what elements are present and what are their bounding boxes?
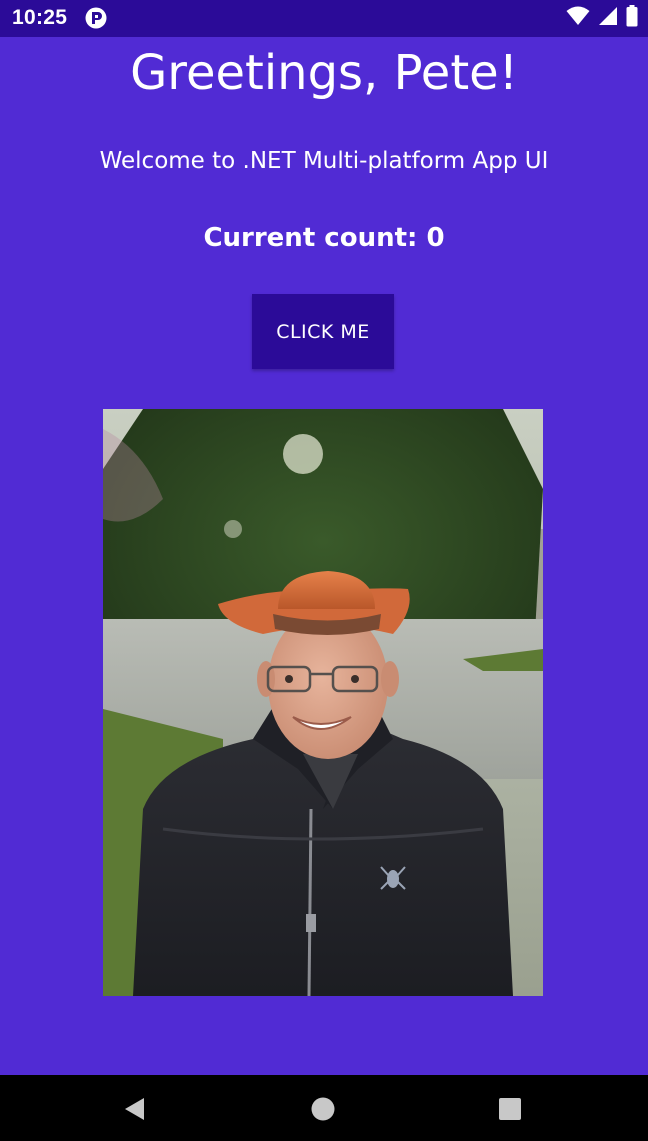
status-bar: 10:25 [0, 0, 648, 37]
person-in-cowboy-hat-photo [103, 409, 543, 996]
current-count-label: Current count: 0 [203, 223, 445, 253]
welcome-text: Welcome to .NET Multi-platform App UI [99, 148, 549, 174]
greeting-title: Greetings, Pete! [130, 45, 518, 101]
wifi-icon [566, 6, 590, 30]
app-screen: 10:25 Greetings, Pete! Welcome to .NET M… [0, 0, 648, 1141]
status-icons [566, 5, 638, 31]
notification-app-icon [85, 7, 107, 29]
back-icon[interactable] [122, 1096, 148, 1122]
status-time: 10:25 [12, 6, 68, 29]
system-nav-bar [0, 1075, 648, 1141]
recents-icon[interactable] [497, 1096, 523, 1122]
battery-icon [626, 5, 638, 31]
signal-icon [598, 6, 618, 30]
click-me-button[interactable]: CLICK ME [252, 294, 394, 369]
home-icon[interactable] [310, 1096, 336, 1122]
